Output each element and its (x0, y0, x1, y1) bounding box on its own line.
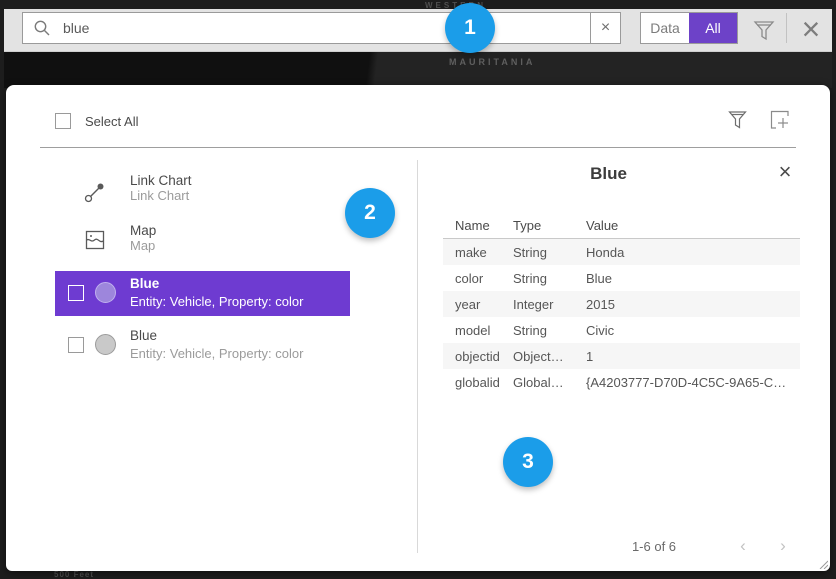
link-chart-icon (84, 181, 106, 203)
item-checkbox[interactable] (68, 285, 84, 301)
list-item-blue[interactable]: Blue Entity: Vehicle, Property: color (55, 323, 350, 368)
pagination-label: 1-6 of 6 (594, 539, 714, 554)
cell-type: String (513, 245, 586, 260)
search-input[interactable] (51, 13, 590, 43)
panel-filter-icon[interactable] (728, 109, 747, 130)
select-all-checkbox[interactable] (55, 113, 71, 129)
attributes-table: Name Type Value make String Honda color … (443, 212, 800, 395)
map-background (4, 48, 832, 88)
callout-badge-3: 3 (503, 437, 553, 487)
search-box[interactable]: × (22, 12, 621, 44)
cell-value: Civic (586, 323, 800, 338)
pagination-next-icon[interactable]: › (773, 536, 793, 556)
search-scope-toggle: Data All (640, 12, 738, 44)
panel-divider (40, 147, 796, 148)
item-subtitle: Entity: Vehicle, Property: color (130, 346, 303, 361)
cell-type: String (513, 271, 586, 286)
detail-title: Blue (417, 164, 800, 184)
table-row: color String Blue (443, 265, 800, 291)
table-row: objectid Object… 1 (443, 343, 800, 369)
scope-data-option[interactable]: Data (641, 13, 689, 43)
cell-value: Honda (586, 245, 800, 260)
scope-all-option[interactable]: All (689, 13, 737, 43)
item-subtitle: Link Chart (130, 188, 192, 203)
table-header: Name Type Value (443, 212, 800, 239)
cell-name: globalid (443, 375, 513, 390)
item-title: Blue (130, 328, 157, 343)
search-results-panel: Select All Link Chart Link Chart (6, 85, 830, 571)
filter-icon[interactable] (753, 16, 775, 42)
column-header: Name (443, 218, 513, 233)
cell-value: Blue (586, 271, 800, 286)
item-title: Blue (130, 276, 159, 291)
callout-badge-1: 1 (445, 3, 495, 53)
cell-value: 1 (586, 349, 800, 364)
cell-name: objectid (443, 349, 513, 364)
table-row: year Integer 2015 (443, 291, 800, 317)
callout-badge-2: 2 (345, 188, 395, 238)
list-item-link-chart[interactable]: Link Chart Link Chart (81, 173, 192, 203)
cell-name: year (443, 297, 513, 312)
toolbar-divider (786, 13, 787, 43)
item-title: Link Chart (130, 173, 192, 188)
cell-value: 2015 (586, 297, 800, 312)
map-icon (85, 230, 105, 250)
detail-close-icon[interactable]: × (770, 157, 800, 187)
entity-dot-icon (95, 282, 116, 303)
table-row: globalid Global… {A4203777-D70D-4C5C-9A6… (443, 369, 800, 395)
list-item-blue-selected[interactable]: Blue Entity: Vehicle, Property: color (55, 271, 350, 316)
list-item-map[interactable]: Map Map (81, 223, 156, 253)
column-header: Value (586, 218, 800, 233)
item-subtitle: Entity: Vehicle, Property: color (130, 294, 303, 309)
item-title: Map (130, 223, 156, 238)
close-icon[interactable]: × (794, 7, 828, 51)
cell-type: Global… (513, 375, 586, 390)
cell-name: color (443, 271, 513, 286)
entity-dot-icon (95, 334, 116, 355)
cell-name: make (443, 245, 513, 260)
table-row: model String Civic (443, 317, 800, 343)
cell-type: Object… (513, 349, 586, 364)
cell-type: Integer (513, 297, 586, 312)
cell-name: model (443, 323, 513, 338)
select-all-label: Select All (85, 114, 138, 129)
item-checkbox[interactable] (68, 337, 84, 353)
pagination-prev-icon[interactable]: ‹ (733, 536, 753, 556)
item-subtitle: Map (130, 238, 156, 253)
table-row: make String Honda (443, 239, 800, 265)
search-toolbar: × Data All × (4, 9, 832, 52)
map-scale-text: 500 Feet (54, 570, 94, 579)
add-to-selection-icon[interactable] (768, 108, 792, 132)
resize-grip-icon[interactable] (818, 559, 828, 569)
column-header: Type (513, 218, 586, 233)
map-label-mauritania: MAURITANIA (449, 57, 535, 67)
search-icon (33, 19, 51, 37)
cell-type: String (513, 323, 586, 338)
cell-value: {A4203777-D70D-4C5C-9A65-C… (586, 375, 800, 390)
panel-vertical-divider (417, 160, 418, 553)
search-clear-button[interactable]: × (590, 13, 620, 43)
